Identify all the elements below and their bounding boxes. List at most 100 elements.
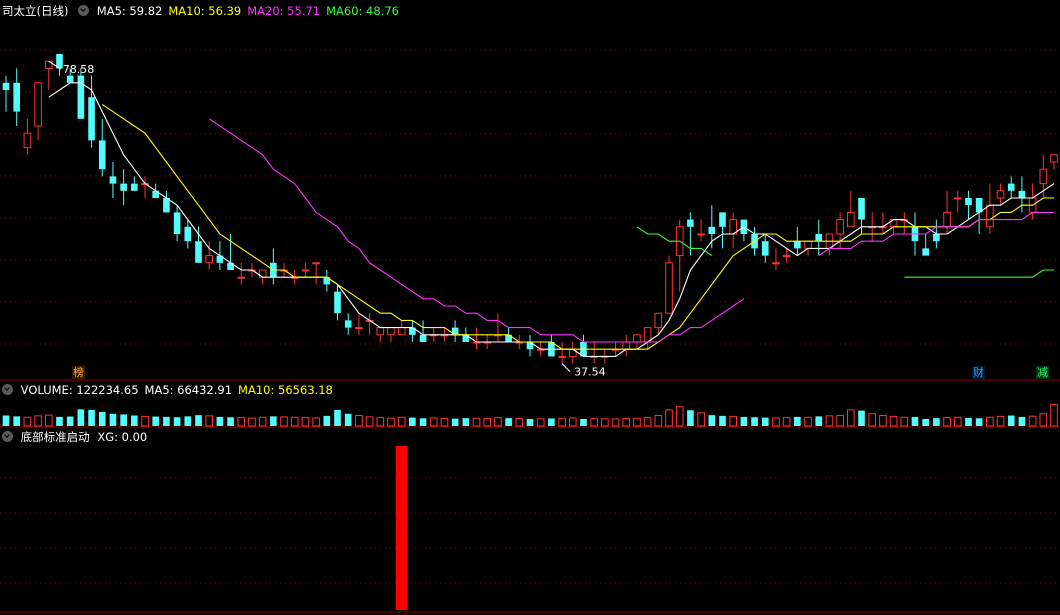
volume-bar xyxy=(13,416,21,426)
volume-bar xyxy=(580,419,587,426)
candle-body xyxy=(922,248,929,256)
volume-bar xyxy=(975,418,983,426)
candlesticks xyxy=(2,54,1058,364)
indicator-value: XG: 0.00 xyxy=(97,430,148,444)
candle-body xyxy=(965,198,972,206)
candle-body xyxy=(858,198,865,220)
candle-body xyxy=(996,190,1005,199)
candle-body xyxy=(953,197,962,200)
volume-bar xyxy=(270,416,277,426)
volume-bar xyxy=(494,417,502,427)
candle-body xyxy=(205,255,213,264)
candle-body xyxy=(88,97,95,141)
candle-body xyxy=(622,341,631,350)
candle-body xyxy=(1018,190,1026,198)
volume-bar xyxy=(1028,415,1037,427)
volume-bar xyxy=(697,412,705,427)
volume-bar xyxy=(911,416,919,426)
candle-body xyxy=(66,75,74,83)
kline-chart: 78.58 37.54 xyxy=(0,49,1060,613)
volume-bar xyxy=(1018,416,1026,426)
candle-body xyxy=(173,212,181,234)
ma-label-3: MA60: 48.76 xyxy=(326,4,399,18)
volume-bar xyxy=(858,410,865,426)
candle-body xyxy=(933,234,940,242)
volume-bar xyxy=(794,416,801,426)
marker-jian[interactable]: 减 xyxy=(1036,366,1049,379)
volume-bar xyxy=(173,417,181,426)
volume-bar xyxy=(772,417,780,427)
volume-bar xyxy=(515,418,524,427)
stock-name: 司太立(日线) xyxy=(2,4,69,18)
candle-body xyxy=(301,269,310,272)
volume-bar xyxy=(344,413,352,426)
volume-bar xyxy=(290,416,299,427)
moving-average-lines xyxy=(48,82,1055,357)
low-price-pointer xyxy=(561,363,571,372)
volume-bar xyxy=(654,415,663,427)
candle-body xyxy=(633,334,641,343)
candle-body xyxy=(836,219,844,235)
volume-label-1: MA5: 66432.91 xyxy=(144,383,233,397)
volume-bar xyxy=(933,418,940,426)
volume-label-2: MA10: 56563.18 xyxy=(238,383,333,397)
dropdown-icon[interactable] xyxy=(2,384,13,395)
marker-cai[interactable]: 财 xyxy=(972,366,985,379)
candle-body xyxy=(109,176,117,184)
volume-bar xyxy=(323,415,331,426)
volume-bar xyxy=(965,417,972,426)
volume-bar xyxy=(879,415,887,427)
candle-body xyxy=(1050,154,1058,163)
ma-label-2: MA20: 55.71 xyxy=(247,4,321,18)
candle-body xyxy=(131,183,138,191)
volume-bar xyxy=(120,414,127,426)
candle-body xyxy=(719,212,726,227)
volume-bar xyxy=(451,418,459,426)
volume-bar xyxy=(216,416,224,426)
volume-bar xyxy=(2,415,10,426)
volume-bar xyxy=(109,413,117,426)
candle-body xyxy=(387,327,395,336)
volume-bar xyxy=(568,417,577,427)
volume-bar xyxy=(825,415,834,427)
volume-bar xyxy=(505,418,512,426)
candle-body xyxy=(782,255,791,258)
volume-bar xyxy=(131,415,138,426)
marker-bang[interactable]: 榜 xyxy=(72,366,85,379)
dropdown-icon[interactable] xyxy=(2,431,13,442)
volume-bar xyxy=(868,413,877,427)
volume-bar xyxy=(611,418,620,427)
volume-bar xyxy=(622,417,631,427)
volume-bar xyxy=(729,415,737,427)
candle-body xyxy=(1039,168,1048,185)
main-panel-header: 司太立(日线) MA5: 59.82 MA10: 56.39 MA20: 55.71… xyxy=(2,3,411,19)
volume-bar xyxy=(205,415,213,427)
candle-body xyxy=(847,211,855,228)
indicator-signal xyxy=(395,446,408,610)
candle-body xyxy=(376,327,385,336)
volume-bar xyxy=(953,416,962,427)
candle-body xyxy=(120,183,127,191)
volume-bar xyxy=(761,417,769,426)
volume-bar xyxy=(237,417,246,427)
volume-bar xyxy=(387,417,395,427)
volume-bar xyxy=(1050,404,1058,427)
candle-body xyxy=(98,140,106,170)
candle-body xyxy=(23,132,32,149)
candle-body xyxy=(77,75,85,119)
volume-bar xyxy=(409,417,416,426)
ma-line-ma5 xyxy=(48,82,1055,357)
volume-bar xyxy=(248,417,256,427)
volume-bar xyxy=(558,417,566,427)
candle-body xyxy=(772,262,780,265)
dropdown-icon[interactable] xyxy=(78,5,90,16)
candle-body xyxy=(344,320,352,328)
candle-body xyxy=(312,262,320,265)
volume-bar xyxy=(429,417,438,427)
candle-body xyxy=(687,219,694,227)
candle-body xyxy=(943,211,951,228)
candle-body xyxy=(697,233,705,236)
volume-bar xyxy=(847,409,855,427)
volume-bar xyxy=(280,416,288,427)
volume-bar xyxy=(301,417,310,427)
